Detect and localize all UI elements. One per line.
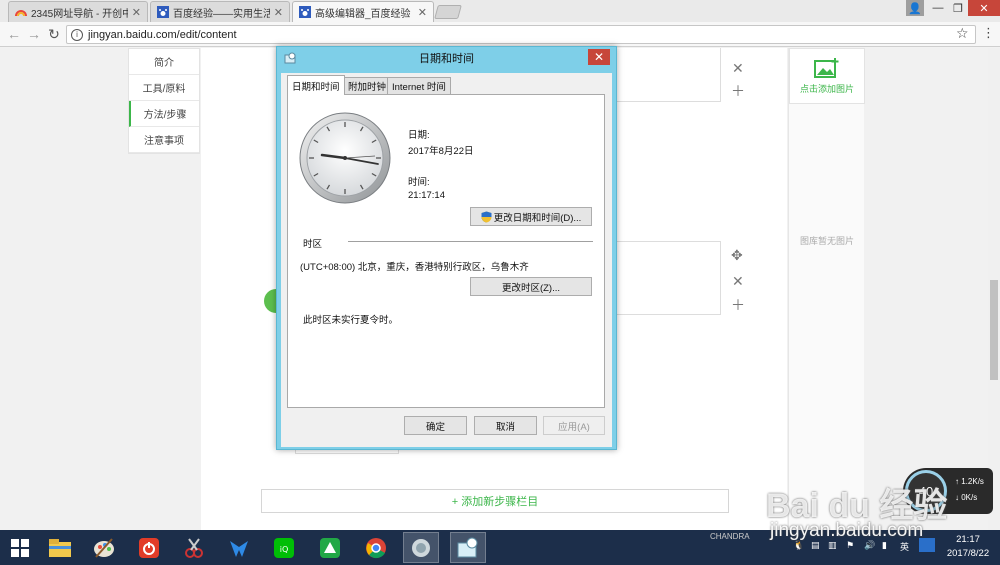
paint-palette-icon[interactable] xyxy=(86,532,122,563)
forward-arrow-icon[interactable]: → xyxy=(26,26,42,42)
rainbow-2345-icon xyxy=(15,10,27,17)
svg-text:iQ: iQ xyxy=(280,545,289,554)
upload-speed: ↑ 1.2K/s xyxy=(955,477,984,486)
time-value: 21:17:14 xyxy=(408,190,445,201)
info-icon[interactable]: i xyxy=(71,28,83,41)
clock-time: 21:17 xyxy=(956,534,980,545)
outline-item-intro[interactable]: 简介 xyxy=(129,49,199,75)
step-text-box[interactable] xyxy=(605,48,721,102)
outline-item-notes[interactable]: 注意事项 xyxy=(129,127,199,153)
file-explorer-icon[interactable] xyxy=(42,532,78,563)
dialog-close-button[interactable]: ✕ xyxy=(588,49,610,65)
scrollbar-thumb[interactable] xyxy=(990,280,998,380)
timezone-value: (UTC+08:00) 北京，重庆，香港特别行政区，乌鲁木齐 xyxy=(300,262,529,273)
dialog-body: 日期和时间 附加时钟 Internet 时间 日期: 2017年8月22日 时间… xyxy=(281,73,612,447)
change-date-time-label: 更改日期和时间(D)... xyxy=(493,212,582,224)
back-arrow-icon[interactable]: ← xyxy=(6,26,22,42)
minimize-button[interactable]: — xyxy=(928,0,948,16)
url-text: jingyan.baidu.com/edit/content xyxy=(88,28,237,41)
add-step-label: + 添加新步骤栏目 xyxy=(451,496,539,508)
bookmark-star-icon[interactable]: ☆ xyxy=(956,25,969,42)
cancel-button[interactable]: 取消 xyxy=(474,416,537,435)
date-time-dialog: 日期和时间 ✕ 日期和时间 附加时钟 Internet 时间 日期: 2017年… xyxy=(276,46,617,450)
add-step-icon[interactable]: ＋ xyxy=(731,81,745,101)
baidu-paw-icon xyxy=(157,6,169,18)
tab-additional-clocks[interactable]: 附加时钟 xyxy=(343,77,392,94)
watermark-url: jingyan.baidu.com xyxy=(770,520,924,541)
browser-menu-icon[interactable]: ⋮ xyxy=(982,25,995,41)
browser-tab-editor[interactable]: 高级编辑器_百度经验 ✕ xyxy=(292,1,434,22)
reload-icon[interactable]: ↻ xyxy=(46,26,62,42)
tab-close-icon[interactable]: ✕ xyxy=(418,6,427,19)
download-speed: ↓ 0K/s xyxy=(955,493,978,502)
user-profile-icon[interactable]: 👤 xyxy=(906,0,924,16)
outline-item-tools[interactable]: 工具/原料 xyxy=(129,75,199,101)
green-app-icon[interactable] xyxy=(312,532,348,563)
taskbar-clock[interactable]: 21:17 2017/8/22 xyxy=(940,533,996,561)
page-scrollbar[interactable] xyxy=(988,48,1000,530)
ok-button[interactable]: 确定 xyxy=(404,416,467,435)
tab-date-time[interactable]: 日期和时间 xyxy=(287,75,345,95)
image-library-panel: 点击添加图片 图库暂无图片 xyxy=(788,48,865,530)
outline-item-steps[interactable]: 方法/步骤 xyxy=(129,101,199,127)
picture-add-icon xyxy=(814,58,839,78)
uac-shield-icon xyxy=(481,211,492,222)
add-image-label: 点击添加图片 xyxy=(799,84,854,94)
partial-watermark-text: CHANDRA xyxy=(710,532,750,541)
browser-tab-2345[interactable]: 2345网址导航 - 开创中国 ✕ xyxy=(8,1,148,22)
browser-tab-bar: 2345网址导航 - 开创中国 ✕ 百度经验——实用生活指 ✕ 高级编辑器_百度… xyxy=(0,0,1000,22)
time-label: 时间: xyxy=(408,177,430,188)
tab-close-icon[interactable]: ✕ xyxy=(274,6,283,19)
tab-label: 百度经验——实用生活指 xyxy=(173,8,270,20)
chrome-icon[interactable] xyxy=(358,532,394,563)
change-timezone-button[interactable]: 更改时区(Z)... xyxy=(470,277,592,296)
iqiyi-icon[interactable]: iQ xyxy=(266,532,302,563)
clock-date: 2017/8/22 xyxy=(946,548,990,559)
upload-speed-value: 1.2K/s xyxy=(961,477,984,486)
snipping-tool-icon[interactable] xyxy=(176,532,212,563)
delete-step-icon[interactable]: ✕ xyxy=(732,60,744,77)
qq-browser-icon[interactable] xyxy=(221,532,257,563)
dst-note: 此时区未实行夏令时。 xyxy=(303,315,399,326)
move-step-icon[interactable]: ✥ xyxy=(731,247,743,264)
tab-label: 2345网址导航 - 开创中国 xyxy=(31,8,128,20)
dialog-tab-panel: 日期: 2017年8月22日 时间: 21:17:14 更改日期和时间(D)..… xyxy=(287,94,605,408)
dialog-title: 日期和时间 xyxy=(419,53,474,65)
browser-tab-baidu-jingyan[interactable]: 百度经验——实用生活指 ✕ xyxy=(150,1,290,22)
url-field[interactable]: i jingyan.baidu.com/edit/content xyxy=(66,25,976,44)
add-step-icon[interactable]: ＋ xyxy=(731,295,745,315)
tab-internet-time[interactable]: Internet 时间 xyxy=(387,77,451,94)
add-step-button[interactable]: + 添加新步骤栏目 xyxy=(261,489,729,513)
window-close-button[interactable]: ✕ xyxy=(968,0,1000,16)
change-date-time-button[interactable]: 更改日期和时间(D)... xyxy=(470,207,592,226)
timezone-divider xyxy=(348,241,593,242)
apply-button[interactable]: 应用(A) xyxy=(543,416,605,435)
tab-label: 高级编辑器_百度经验 xyxy=(315,8,411,20)
start-windows-icon[interactable] xyxy=(2,532,38,563)
new-tab-button[interactable] xyxy=(434,5,462,19)
download-speed-value: 0K/s xyxy=(961,493,978,502)
power-app-icon[interactable] xyxy=(131,532,167,563)
date-value: 2017年8月22日 xyxy=(408,146,474,157)
analog-clock-icon xyxy=(299,112,391,204)
date-label: 日期: xyxy=(408,130,430,141)
add-image-button[interactable]: 点击添加图片 xyxy=(789,48,865,104)
step-text-box[interactable] xyxy=(605,241,721,315)
screen-capture-app-icon[interactable] xyxy=(403,532,439,563)
baidu-paw-icon xyxy=(299,6,311,18)
tab-close-icon[interactable]: ✕ xyxy=(132,6,141,19)
delete-step-icon[interactable]: ✕ xyxy=(732,273,744,290)
address-bar: ← → ↻ i jingyan.baidu.com/edit/content ☆… xyxy=(0,22,1000,47)
outline-nav: 简介 工具/原料 方法/步骤 注意事项 xyxy=(128,48,200,154)
timezone-heading: 时区 xyxy=(303,239,323,250)
date-time-settings-icon[interactable] xyxy=(450,532,486,563)
no-image-text: 图库暂无图片 xyxy=(799,236,854,246)
restore-button[interactable]: ❐ xyxy=(948,0,968,16)
